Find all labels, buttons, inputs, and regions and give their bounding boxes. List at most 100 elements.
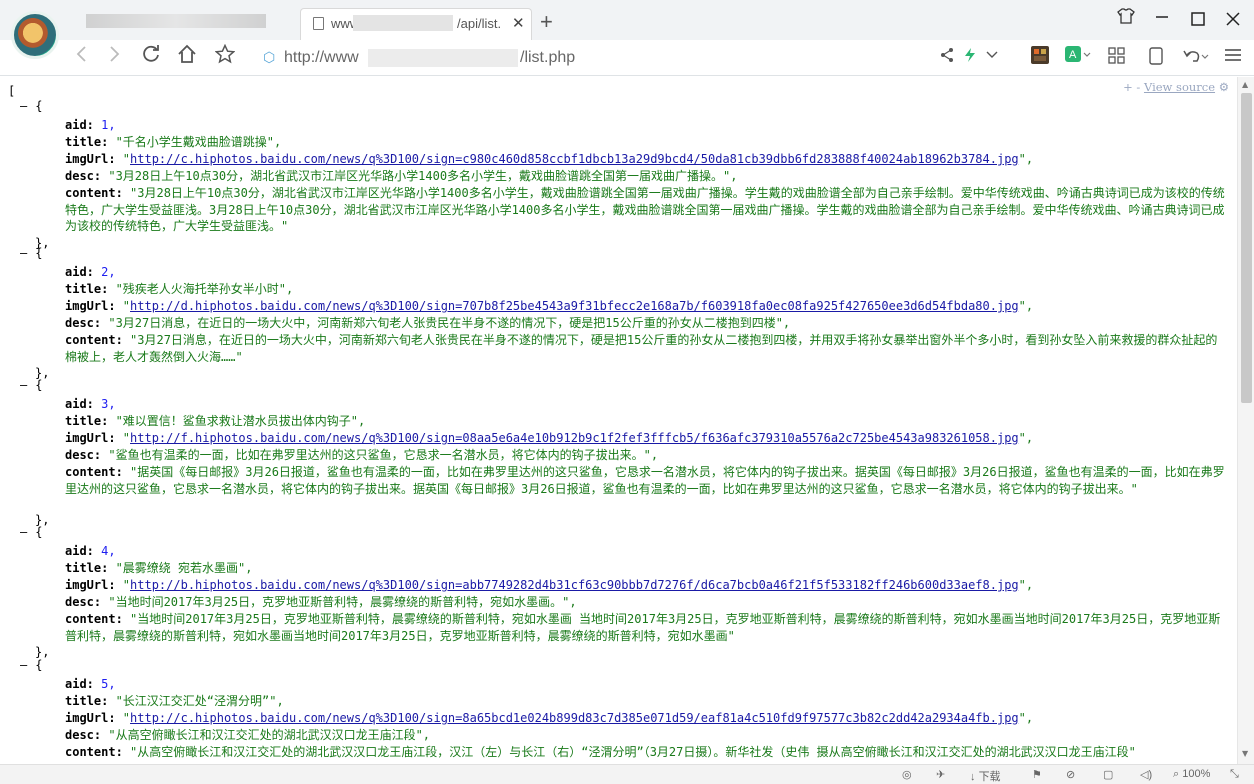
- collapse-toggle[interactable]: –: [20, 246, 27, 260]
- json-key: desc:: [65, 169, 109, 183]
- json-key: imgUrl:: [65, 299, 123, 313]
- json-key: aid:: [65, 677, 102, 691]
- translate-extension-icon[interactable]: A: [1065, 46, 1091, 68]
- json-viewer: + - View source ⚙ [ –{aid: 1, title: "千名小…: [0, 77, 1237, 764]
- collapse-toggle[interactable]: –: [20, 378, 27, 392]
- view-source-link[interactable]: View source: [1144, 80, 1215, 94]
- json-property-desc: desc: "从高空俯瞰长江和汉江交汇处的湖北武汉汉口龙王庙江段",: [65, 727, 1225, 744]
- expand-collapse-all[interactable]: + -: [1123, 80, 1140, 94]
- flag-icon[interactable]: ⚑: [1032, 768, 1042, 781]
- apps-grid-icon[interactable]: [1108, 47, 1126, 69]
- shirt-skin-icon[interactable]: [1117, 8, 1135, 29]
- tab-title-redacted: [353, 15, 453, 31]
- window-icon[interactable]: ▢: [1103, 768, 1113, 781]
- json-key: aid:: [65, 265, 102, 279]
- scrollbar-thumb[interactable]: [1241, 93, 1252, 403]
- array-open-bracket: [: [8, 84, 16, 98]
- url-redacted: [368, 49, 518, 67]
- scroll-down-arrow-icon[interactable]: ▼: [1242, 749, 1248, 758]
- tab-close-icon[interactable]: ✕: [512, 14, 525, 32]
- json-key: content:: [65, 186, 131, 200]
- json-key: desc:: [65, 595, 109, 609]
- json-property-title: title: "长江汉江交汇处“泾渭分明”",: [65, 693, 1225, 710]
- json-url-link[interactable]: http://f.hiphotos.baidu.com/news/q%3D100…: [130, 431, 1019, 445]
- json-key: aid:: [65, 544, 102, 558]
- browser-logo[interactable]: [11, 11, 59, 59]
- json-property-desc: desc: "鲨鱼也有温柔的一面，比如在弗罗里达州的这只鲨鱼，它恳求一名潜水员，…: [65, 447, 1225, 464]
- view-source-bar: + - View source ⚙: [1123, 79, 1229, 96]
- object-open-brace: {: [35, 525, 43, 539]
- tab-title-end: /api/list.: [457, 16, 502, 31]
- download-label: 下载: [978, 771, 1001, 783]
- close-window-icon[interactable]: [1226, 11, 1240, 31]
- scroll-up-arrow-icon[interactable]: ▲: [1242, 80, 1248, 89]
- lightning-speed-icon[interactable]: [964, 47, 976, 67]
- json-key: desc:: [65, 448, 109, 462]
- json-string-value: "从高空俯瞰长江和汉江交汇处的湖北武汉汉口龙王庙江段",: [108, 728, 431, 742]
- json-property-content: content: "3月27日消息，在近日的一场大火中，河南新郑六旬老人张贵民在…: [65, 332, 1225, 365]
- json-string-value: "晨雾缭绕 宛若水墨画",: [115, 561, 253, 575]
- json-property-imgUrl: imgUrl: "http://c.hiphotos.baidu.com/new…: [65, 710, 1225, 727]
- json-string-value: "千名小学生戴戏曲脸谱跳操",: [115, 135, 282, 149]
- json-key: content:: [65, 612, 131, 626]
- back-icon[interactable]: [74, 44, 88, 69]
- json-key: title:: [65, 414, 116, 428]
- vertical-scrollbar[interactable]: ▲ ▼: [1237, 77, 1254, 764]
- minimize-icon[interactable]: [1155, 6, 1169, 27]
- chevron-down-icon[interactable]: [986, 47, 998, 67]
- svg-text:A: A: [1069, 49, 1077, 61]
- json-string-value: "当地时间2017年3月25日，克罗地亚斯普利特，晨雾缭绕的斯普利特，宛如水墨画…: [108, 595, 577, 609]
- settings-gear-icon[interactable]: ⚙: [1219, 80, 1229, 94]
- json-object-header: –{: [20, 245, 42, 262]
- json-url-link[interactable]: http://c.hiphotos.baidu.com/news/q%3D100…: [130, 711, 1019, 725]
- download-button[interactable]: ↓ 下载: [970, 768, 1001, 784]
- json-property-aid: aid: 5,: [65, 676, 1225, 693]
- json-url-link[interactable]: http://c.hiphotos.baidu.com/news/q%3D100…: [130, 152, 1019, 166]
- accelerate-icon[interactable]: ◎: [902, 768, 912, 781]
- address-bar[interactable]: ⬡ http://www /list.php: [258, 43, 998, 73]
- json-key: desc:: [65, 728, 109, 742]
- home-icon[interactable]: [177, 44, 197, 69]
- json-key: imgUrl:: [65, 431, 123, 445]
- collapse-toggle[interactable]: –: [20, 525, 27, 539]
- maximize-icon[interactable]: [1191, 11, 1205, 31]
- new-tab-button[interactable]: +: [540, 9, 553, 35]
- game-extension-icon[interactable]: [1031, 46, 1049, 68]
- quote: ": [122, 152, 131, 166]
- json-property-aid: aid: 3,: [65, 396, 1225, 413]
- share-icon[interactable]: [940, 47, 954, 67]
- bookmark-star-icon[interactable]: [214, 43, 236, 69]
- json-url-link[interactable]: http://d.hiphotos.baidu.com/news/q%3D100…: [130, 299, 1019, 313]
- quote: ": [122, 711, 131, 725]
- json-number-value: 4,: [101, 544, 116, 558]
- json-object-header: –{: [20, 657, 42, 674]
- expand-corner-icon[interactable]: ⤡: [1230, 768, 1239, 781]
- json-property-title: title: "千名小学生戴戏曲脸谱跳操",: [65, 134, 1225, 151]
- json-key: desc:: [65, 316, 109, 330]
- zoom-control[interactable]: ⌕ 100%: [1173, 768, 1210, 781]
- volume-icon[interactable]: ◁): [1140, 768, 1152, 781]
- page-icon: [313, 17, 324, 30]
- quote: ",: [1018, 299, 1034, 313]
- tab-active[interactable]: www /api/list. ✕: [300, 8, 532, 40]
- tab-inactive[interactable]: [78, 8, 298, 40]
- refresh-icon[interactable]: [141, 44, 161, 69]
- json-property-aid: aid: 2,: [65, 264, 1225, 281]
- json-number-value: 2,: [101, 265, 116, 279]
- security-shield-icon: ⬡: [263, 49, 276, 65]
- json-url-link[interactable]: http://b.hiphotos.baidu.com/news/q%3D100…: [130, 578, 1019, 592]
- json-string-value: "鲨鱼也有温柔的一面，比如在弗罗里达州的这只鲨鱼，它恳求一名潜水员，将它体内的钩…: [108, 448, 659, 462]
- quote: ",: [1018, 152, 1034, 166]
- url-start: http://www: [284, 49, 359, 66]
- collapse-toggle[interactable]: –: [20, 658, 27, 672]
- browser-icon[interactable]: ⊘: [1066, 768, 1075, 781]
- json-property-title: title: "残疾老人火海托举孙女半小时",: [65, 281, 1225, 298]
- menu-icon[interactable]: [1224, 47, 1242, 67]
- json-key: imgUrl:: [65, 711, 123, 725]
- collapse-toggle[interactable]: –: [20, 99, 27, 113]
- json-string-value: "长江汉江交汇处“泾渭分明”",: [115, 694, 284, 708]
- phone-icon[interactable]: [1149, 47, 1163, 69]
- undo-icon[interactable]: [1182, 47, 1210, 69]
- forward-icon[interactable]: [108, 44, 122, 69]
- pin-icon[interactable]: ✈: [936, 768, 945, 781]
